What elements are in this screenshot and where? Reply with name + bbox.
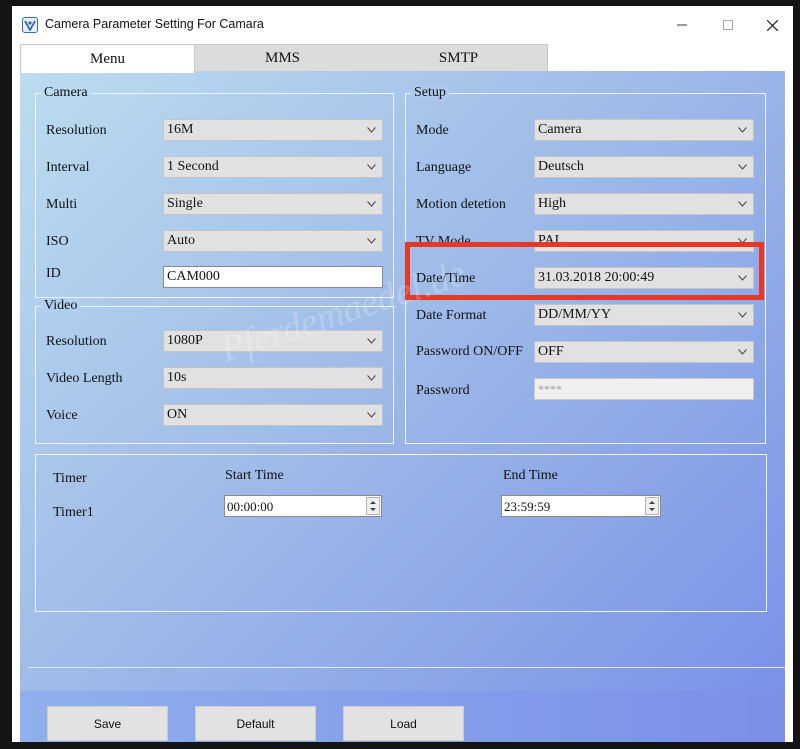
spinner-buttons[interactable]	[366, 497, 380, 515]
close-button[interactable]	[752, 13, 792, 37]
multi-label: Multi	[46, 197, 78, 212]
dateformat-value: DD/MM/YY	[538, 307, 612, 322]
minimize-icon	[677, 24, 687, 26]
end-time-header: End Time	[503, 468, 558, 483]
tab-mms[interactable]: MMS	[195, 44, 370, 72]
password-input[interactable]: ****	[534, 378, 754, 400]
timer-group	[35, 454, 767, 612]
dateformat-select[interactable]: DD/MM/YY	[534, 304, 754, 326]
chevron-down-icon	[738, 349, 747, 355]
chevron-down-icon	[367, 164, 376, 170]
id-input[interactable]: CAM000	[163, 266, 383, 288]
spinner-arrows-icon	[370, 501, 376, 511]
camera-resolution-label: Resolution	[46, 123, 107, 138]
camera-group-legend: Camera	[41, 85, 91, 101]
chevron-down-icon	[367, 127, 376, 133]
dateformat-label: Date Format	[416, 308, 487, 323]
spinner-buttons[interactable]	[645, 497, 659, 515]
voice-value: ON	[167, 407, 188, 422]
timer-label: Timer	[53, 471, 87, 486]
timer1-end-input[interactable]: 23:59:59	[501, 495, 661, 517]
default-button[interactable]: Default	[195, 706, 316, 741]
chevron-down-icon	[367, 201, 376, 207]
password-onoff-select[interactable]: OFF	[534, 341, 754, 363]
video-length-value: 10s	[167, 370, 187, 385]
chevron-down-icon	[738, 312, 747, 318]
interval-select[interactable]: 1 Second	[163, 156, 383, 178]
camera-resolution-value: 16M	[167, 122, 194, 137]
save-button[interactable]: Save	[47, 706, 168, 741]
chevron-down-icon	[367, 338, 376, 344]
chevron-down-icon	[738, 164, 747, 170]
spinner-arrows-icon	[649, 501, 655, 511]
password-label: Password	[416, 383, 470, 398]
close-icon	[766, 19, 778, 31]
chevron-down-icon	[367, 375, 376, 381]
language-label: Language	[416, 160, 472, 175]
video-length-select[interactable]: 10s	[163, 367, 383, 389]
timer1-label: Timer1	[53, 505, 94, 520]
timer1-start-value: 00:00:00	[227, 499, 274, 514]
mode-select[interactable]: Camera	[534, 119, 754, 141]
multi-value: Single	[167, 196, 203, 211]
app-window: Camera Parameter Setting For Camara Menu…	[12, 6, 793, 742]
chevron-down-icon	[738, 201, 747, 207]
video-resolution-label: Resolution	[46, 334, 107, 349]
chevron-down-icon	[367, 412, 376, 418]
motion-label: Motion detetion	[416, 197, 506, 212]
motion-select[interactable]: High	[534, 193, 754, 215]
video-resolution-value: 1080P	[167, 333, 203, 348]
chevron-down-icon	[738, 127, 747, 133]
voice-select[interactable]: ON	[163, 404, 383, 426]
minimize-button[interactable]	[662, 13, 702, 37]
setup-group-legend: Setup	[411, 85, 449, 101]
voice-label: Voice	[46, 408, 78, 423]
video-group-legend: Video	[41, 298, 81, 314]
id-label: ID	[46, 266, 61, 281]
title-bar: Camera Parameter Setting For Camara	[12, 6, 793, 44]
maximize-button[interactable]	[708, 13, 748, 37]
panel-divider	[28, 667, 785, 668]
interval-label: Interval	[46, 160, 90, 175]
password-onoff-value: OFF	[538, 344, 564, 359]
start-time-header: Start Time	[225, 468, 284, 483]
maximize-icon	[723, 20, 733, 30]
chevron-down-icon	[367, 238, 376, 244]
tab-menu[interactable]: Menu	[20, 44, 195, 73]
iso-label: ISO	[46, 234, 69, 249]
menu-panel: Camera Resolution 16M Interval 1 Second …	[20, 71, 785, 691]
tab-strip: Menu MMS SMTP	[12, 44, 793, 73]
mode-value: Camera	[538, 122, 582, 137]
timer1-start-input[interactable]: 00:00:00	[224, 495, 382, 517]
camera-resolution-select[interactable]: 16M	[163, 119, 383, 141]
multi-select[interactable]: Single	[163, 193, 383, 215]
video-length-label: Video Length	[46, 371, 123, 386]
password-onoff-label: Password ON/OFF	[416, 344, 523, 359]
iso-select[interactable]: Auto	[163, 230, 383, 252]
camera-app-icon	[22, 17, 38, 33]
mode-label: Mode	[416, 123, 449, 138]
load-button[interactable]: Load	[343, 706, 464, 741]
language-value: Deutsch	[538, 159, 584, 174]
tab-smtp[interactable]: SMTP	[370, 44, 548, 72]
window-title: Camera Parameter Setting For Camara	[45, 17, 264, 31]
language-select[interactable]: Deutsch	[534, 156, 754, 178]
interval-value: 1 Second	[167, 159, 219, 174]
timer1-end-value: 23:59:59	[504, 499, 551, 514]
iso-value: Auto	[167, 233, 195, 248]
motion-value: High	[538, 196, 566, 211]
